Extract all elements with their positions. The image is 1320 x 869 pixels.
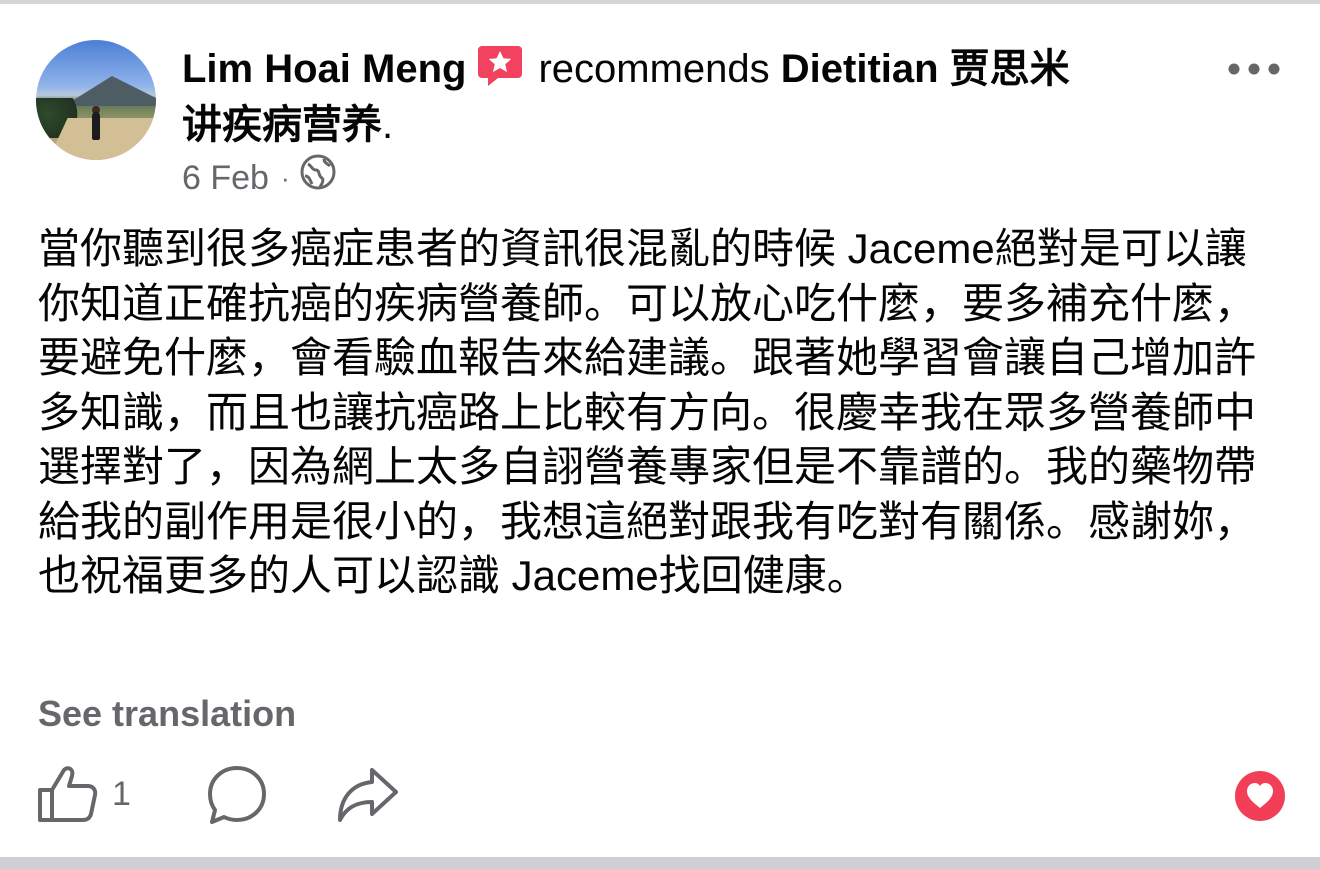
post-date[interactable]: 6 Feb xyxy=(182,156,269,200)
recommend-star-icon xyxy=(476,42,524,88)
love-reaction-icon[interactable] xyxy=(1234,770,1286,822)
post-header-line2: 讲疾病营养. xyxy=(182,96,393,154)
like-icon[interactable] xyxy=(36,764,98,824)
share-icon[interactable] xyxy=(336,766,400,824)
comment-icon[interactable] xyxy=(206,764,268,826)
more-options-icon[interactable] xyxy=(1226,54,1282,84)
post-meta: 6 Feb · xyxy=(182,154,336,201)
meta-separator: · xyxy=(280,162,290,193)
page-name[interactable]: Dietitian 贾思米 xyxy=(781,47,1070,91)
globe-icon[interactable] xyxy=(300,154,336,201)
bottom-divider xyxy=(0,857,1320,869)
post-header: Lim Hoai Meng recommends Dietitian 贾思米 xyxy=(182,40,1192,98)
recommends-verb: recommends xyxy=(538,47,770,91)
header-period: . xyxy=(382,103,394,147)
author-name[interactable]: Lim Hoai Meng xyxy=(182,47,466,91)
avatar[interactable] xyxy=(36,40,156,160)
top-divider xyxy=(0,0,1320,4)
action-bar: 1 xyxy=(0,760,1320,830)
page-name-continued[interactable]: 讲疾病营养 xyxy=(182,103,382,147)
post-body: 當你聽到很多癌症患者的資訊很混亂的時候 Jaceme絕對是可以讓你知道正確抗癌的… xyxy=(38,225,1257,599)
like-count[interactable]: 1 xyxy=(112,774,131,814)
see-translation-link[interactable]: See translation xyxy=(38,690,296,738)
